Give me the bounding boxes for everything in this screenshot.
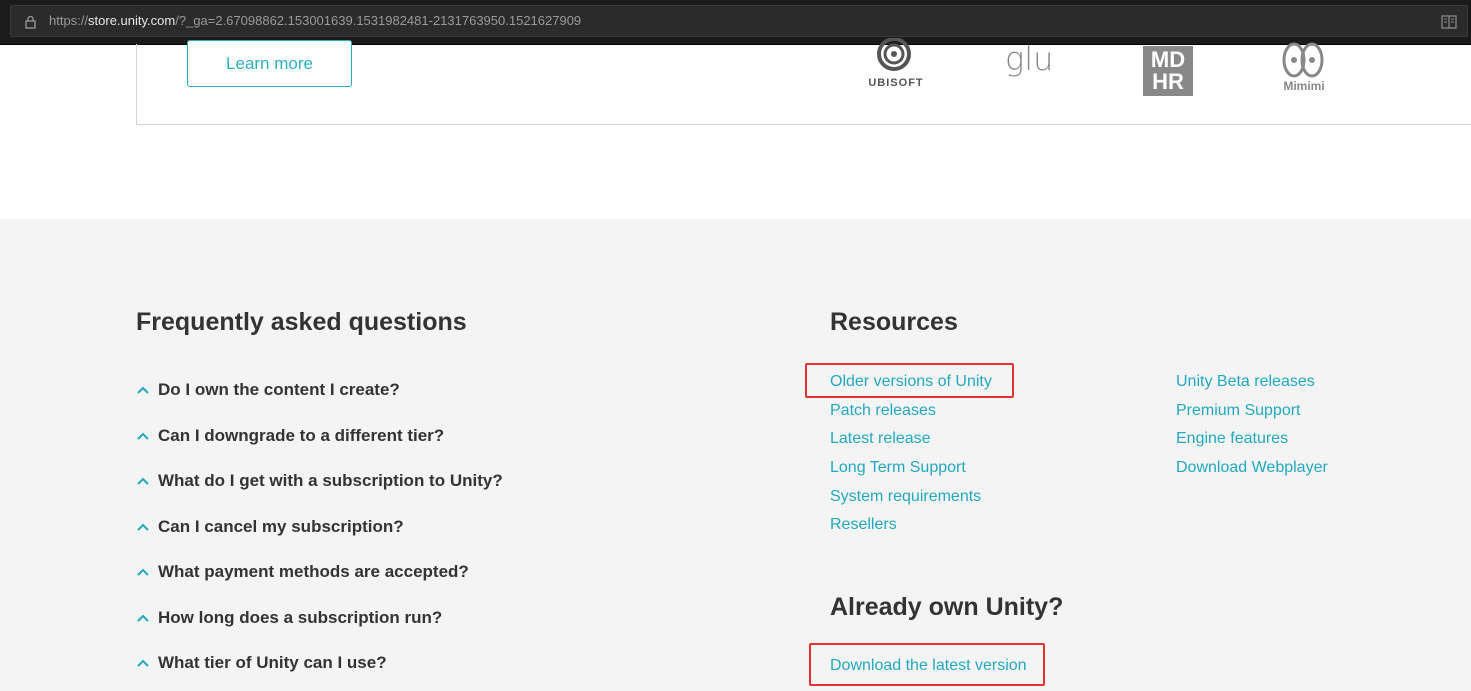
mimimi-logo: Mimimi	[1278, 40, 1330, 96]
link-long-term-support[interactable]: Long Term Support	[830, 459, 966, 477]
learn-more-button[interactable]: Learn more	[187, 40, 352, 87]
lock-icon	[25, 15, 36, 29]
link-download-webplayer[interactable]: Download Webplayer	[1176, 459, 1328, 477]
faq-item-label: Do I own the content I create?	[158, 380, 400, 399]
link-older-versions[interactable]: Older versions of Unity	[830, 373, 992, 391]
ubisoft-swirl-icon	[877, 37, 911, 71]
link-resellers[interactable]: Resellers	[830, 516, 897, 534]
link-system-requirements[interactable]: System requirements	[830, 488, 981, 506]
ubisoft-logo: UBISOFT	[856, 37, 936, 89]
chevron-up-icon	[137, 386, 149, 394]
mimimi-emblem-icon	[1282, 42, 1324, 78]
chevron-up-icon	[137, 432, 149, 440]
faq-item-own-content[interactable]: Do I own the content I create?	[136, 378, 400, 402]
faq-item-label: Can I downgrade to a different tier?	[158, 426, 445, 445]
chevron-up-icon	[137, 614, 149, 622]
already-own-title: Already own Unity?	[830, 593, 1064, 621]
resources-title: Resources	[830, 308, 958, 336]
browser-address-bar: https://store.unity.com/?_ga=2.67098862.…	[0, 0, 1471, 45]
faq-item-payment[interactable]: What payment methods are accepted?	[136, 560, 469, 584]
chevron-up-icon	[137, 523, 149, 531]
url-text: https://store.unity.com/?_ga=2.67098862.…	[49, 13, 581, 28]
glu-logo: glu	[1005, 40, 1054, 78]
faq-item-duration[interactable]: How long does a subscription run?	[136, 606, 442, 630]
faq-item-label: What do I get with a subscription to Uni…	[158, 471, 503, 490]
chevron-up-icon	[137, 477, 149, 485]
faq-item-tier[interactable]: What tier of Unity can I use?	[136, 651, 387, 675]
url-host: store.unity.com	[88, 13, 176, 28]
mdhr-logo-line2: HR	[1152, 69, 1184, 94]
faq-item-downgrade[interactable]: Can I downgrade to a different tier?	[136, 424, 444, 448]
faq-item-cancel[interactable]: Can I cancel my subscription?	[136, 515, 404, 539]
faq-item-label: How long does a subscription run?	[158, 608, 443, 627]
faq-item-label: What tier of Unity can I use?	[158, 653, 387, 672]
customers-section: Learn more UBISOFT glu MD HR Mimimi	[0, 37, 1471, 219]
link-latest-release[interactable]: Latest release	[830, 430, 931, 448]
chevron-up-icon	[137, 659, 149, 667]
faq-title: Frequently asked questions	[136, 308, 467, 336]
reader-mode-icon[interactable]	[1441, 15, 1457, 29]
url-path: /?_ga=2.67098862.153001639.1531982481-21…	[175, 13, 582, 28]
mimimi-logo-text: Mimimi	[1283, 79, 1325, 93]
link-beta-releases[interactable]: Unity Beta releases	[1176, 373, 1315, 391]
link-download-latest[interactable]: Download the latest version	[830, 657, 1027, 675]
mdhr-logo-line1: MD	[1150, 47, 1186, 72]
link-engine-features[interactable]: Engine features	[1176, 430, 1288, 448]
chevron-up-icon	[137, 568, 149, 576]
url-scheme: https://	[49, 13, 89, 28]
link-patch-releases[interactable]: Patch releases	[830, 402, 936, 420]
faq-item-subscription[interactable]: What do I get with a subscription to Uni…	[136, 469, 503, 493]
faq-item-label: Can I cancel my subscription?	[158, 517, 404, 536]
link-premium-support[interactable]: Premium Support	[1176, 402, 1301, 420]
ubisoft-logo-text: UBISOFT	[868, 77, 924, 89]
faq-item-label: What payment methods are accepted?	[158, 562, 469, 581]
footer-section: Frequently asked questions Do I own the …	[0, 219, 1471, 691]
mdhr-logo: MD HR	[1143, 46, 1193, 96]
url-field[interactable]: https://store.unity.com/?_ga=2.67098862.…	[10, 5, 1468, 37]
